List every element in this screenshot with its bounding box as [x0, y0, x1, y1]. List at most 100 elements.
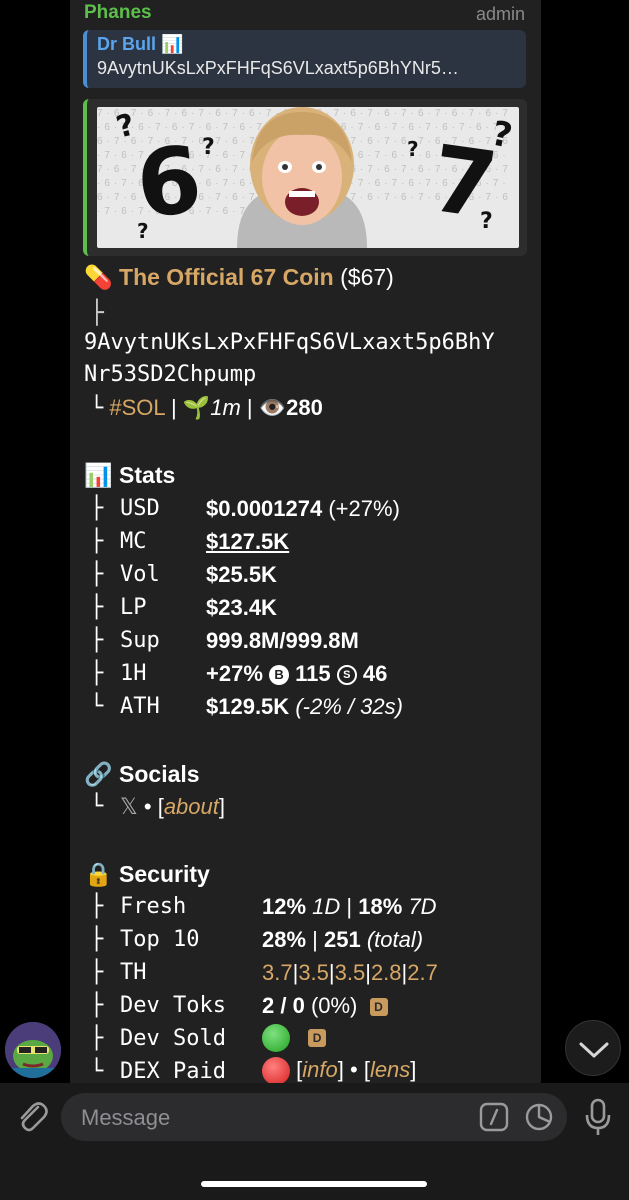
lock-icon: 🔒 [84, 861, 113, 887]
security-label: Dev Sold [120, 1026, 226, 1051]
holder-link[interactable]: 3.5 [298, 960, 329, 985]
sender-role: admin [475, 4, 525, 24]
holder-link[interactable]: 2.7 [407, 960, 438, 985]
dev-badge-icon[interactable]: D [308, 1029, 327, 1048]
tree-branch: ├ [90, 496, 104, 521]
tree-branch: ├ [90, 300, 104, 326]
holder-link[interactable]: 3.7 [262, 960, 293, 985]
stat-label: LP [120, 595, 147, 620]
security-label: Fresh [120, 894, 187, 919]
tree-branch: ├ [90, 1026, 104, 1051]
bracket: ] [410, 1057, 417, 1082]
question-mark-icon: ? [407, 137, 419, 161]
stats-row-vol: ├ Vol $25.5K [84, 562, 524, 595]
socials-heading: 🔗 Socials [84, 761, 200, 788]
eye-icon: 👁️ [258, 395, 287, 420]
separator: | [170, 395, 177, 420]
stat-label: Sup [120, 628, 160, 653]
security-row-top10: ├ Top 10 28% | 251 (total) [84, 927, 524, 960]
stat-label: ATH [120, 694, 160, 719]
microphone-icon [585, 1098, 611, 1135]
stats-heading: 📊 Stats [84, 462, 175, 489]
tree-branch: └ [90, 1059, 104, 1084]
stats-row-usd: ├ USD $0.0001274 (+27%) [84, 496, 524, 529]
tree-branch: ├ [90, 661, 104, 686]
message-input[interactable]: Message [61, 1093, 567, 1141]
chevron-down-icon [579, 1042, 609, 1058]
x-icon[interactable]: 𝕏 [120, 794, 138, 819]
security-label: Top 10 [120, 927, 200, 952]
separator: | [246, 395, 253, 420]
stats-row-ath: └ ATH $129.5K (-2% / 32s) [84, 694, 524, 727]
stats-row-lp: ├ LP $23.4K [84, 595, 524, 628]
scroll-down-button[interactable] [565, 1020, 621, 1076]
bracket: ] [337, 1057, 344, 1082]
bullet: • [349, 1057, 358, 1082]
banner-image: 7·6·7·6·7·6·7·6·7·6·7·6·7·6·7·6·7·6·7·6·… [97, 107, 519, 248]
holder-link[interactable]: 3.5 [335, 960, 366, 985]
tree-branch: ├ [90, 529, 104, 554]
tree-branch: └ [90, 396, 104, 421]
holder-link[interactable]: 2.8 [371, 960, 402, 985]
bullet: • [143, 794, 152, 819]
pill-icon: 💊 [84, 264, 113, 290]
message-bubble[interactable]: Phanes admin Dr Bull 📊 9AvytnUKsLxPxFHFq… [70, 0, 541, 1096]
token-meta: └ #SOL | 🌱1m | 👁️280 [90, 395, 323, 421]
lens-link[interactable]: lens [370, 1057, 410, 1082]
slash-command-icon [479, 1102, 509, 1132]
chart-icon: 📊 [84, 462, 113, 488]
token-title: 💊 The Official 67 Coin ($67) [84, 264, 394, 291]
security-value: 18% [358, 894, 403, 919]
sprout-icon: 🌱 [182, 395, 211, 420]
security-value: 12% [262, 894, 307, 919]
reply-text: 9AvytnUKsLxPxFHFqS6VLxaxt5p6BhYNr5… [97, 58, 459, 78]
message-placeholder: Message [81, 1105, 171, 1130]
security-heading: 🔒 Security [84, 861, 210, 888]
chain-tag[interactable]: #SOL [109, 395, 164, 420]
tree-branch: ├ [90, 894, 104, 919]
reply-quote[interactable]: Dr Bull 📊 9AvytnUKsLxPxFHFqS6VLxaxt5p6Bh… [83, 30, 526, 88]
stat-value: $23.4K [206, 595, 277, 620]
token-address-line2[interactable]: Nr53SD2Chpump [84, 362, 256, 387]
link-preview[interactable]: 7·6·7·6·7·6·7·6·7·6·7·6·7·6·7·6·7·6·7·6·… [83, 99, 527, 256]
token-address-line1[interactable]: 9AvytnUKsLxPxFHFqS6VLxaxt5p6BhY [84, 330, 495, 355]
stats-row-mc: ├ MC $127.5K [84, 529, 524, 562]
command-button[interactable] [479, 1102, 509, 1132]
sells-count: 46 [362, 661, 388, 686]
stat-label: USD [120, 496, 160, 521]
stat-extra: (+27%) [328, 496, 400, 521]
home-indicator [201, 1181, 427, 1187]
info-link[interactable]: info [302, 1057, 337, 1082]
red-circle-icon [262, 1057, 290, 1086]
stat-extra: (-2% / 32s) [295, 694, 403, 719]
security-value: 28% [262, 927, 307, 952]
sender-avatar[interactable] [5, 1022, 61, 1078]
sells-icon: S [336, 665, 357, 686]
stat-label: MC [120, 529, 147, 554]
security-row-dev-sold: ├ Dev Sold D [84, 1024, 524, 1059]
tree-branch: ├ [90, 927, 104, 952]
sticker-button[interactable] [524, 1102, 554, 1132]
token-name[interactable]: The Official 67 Coin [119, 264, 334, 290]
attach-button[interactable] [14, 1097, 50, 1137]
paperclip-icon [20, 1102, 48, 1132]
stat-value: $0.0001274 [206, 496, 323, 521]
buys-count: 115 [295, 661, 331, 686]
separator: | [312, 927, 318, 952]
tree-branch: └ [90, 694, 104, 719]
tree-branch: ├ [90, 628, 104, 653]
about-link[interactable]: about [164, 794, 219, 819]
voice-record-button[interactable] [582, 1097, 614, 1137]
stats-row-sup: ├ Sup 999.8M/999.8M [84, 628, 524, 661]
dev-badge-icon[interactable]: D [369, 998, 388, 1017]
security-row-th: ├ TH 3.7|3.5|3.5|2.8|2.7 [84, 960, 524, 993]
security-title: Security [119, 861, 210, 887]
security-pct: (0%) [310, 993, 358, 1018]
market-cap-link[interactable]: $127.5K [206, 529, 289, 554]
tree-branch: └ [90, 794, 104, 819]
sender-name[interactable]: Phanes [84, 2, 152, 24]
link-icon: 🔗 [84, 761, 113, 787]
security-period: 1D [312, 894, 341, 919]
security-label: DEX Paid [120, 1059, 226, 1084]
stat-value: $129.5K [206, 694, 290, 719]
